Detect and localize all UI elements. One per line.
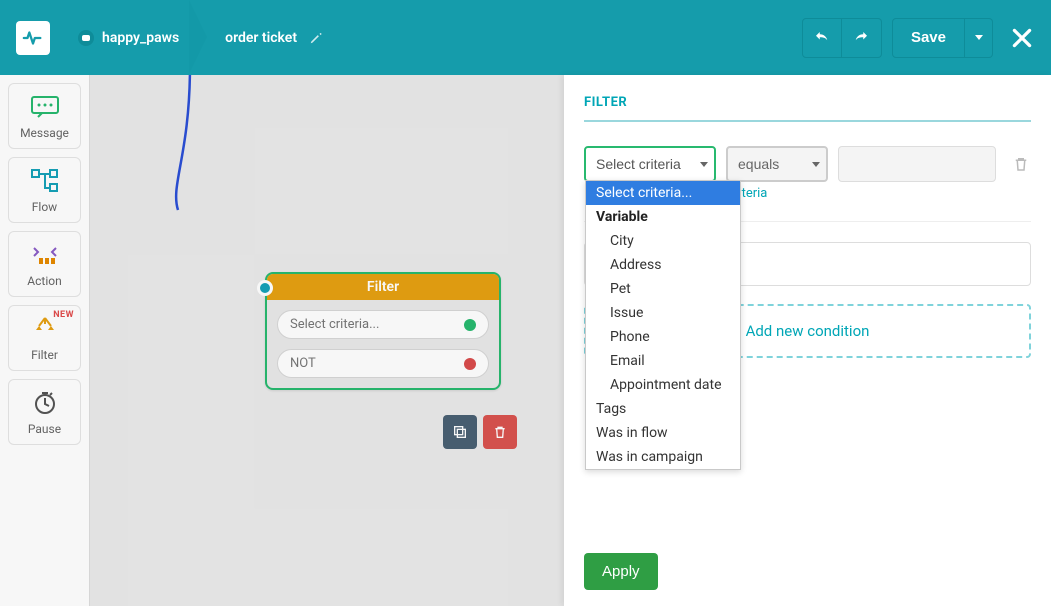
undo-redo-group — [802, 18, 882, 58]
project-name: happy_paws — [102, 30, 179, 46]
criteria-row: Select criteria equals — [584, 146, 1031, 182]
criteria-dropdown: Select criteria...VariableCityAddressPet… — [585, 180, 741, 470]
tool-label: Message — [20, 126, 69, 140]
tool-label: Action — [27, 274, 61, 288]
message-icon — [28, 94, 62, 120]
output-dot-true[interactable] — [464, 319, 476, 331]
breadcrumb-project[interactable]: happy_paws — [68, 24, 189, 52]
flow-title[interactable]: order ticket — [225, 30, 323, 46]
tool-label: Flow — [32, 200, 57, 214]
new-badge: NEW — [53, 310, 74, 320]
dropdown-option[interactable]: Select criteria... — [586, 181, 740, 205]
node-title: Filter — [267, 274, 499, 300]
delete-criteria-icon[interactable] — [1012, 155, 1030, 173]
dropdown-option[interactable]: Appointment date — [586, 373, 740, 397]
dropdown-option: Variable — [586, 205, 740, 229]
save-button[interactable]: Save — [892, 18, 965, 58]
redo-button[interactable] — [842, 18, 882, 58]
criteria-select[interactable]: Select criteria — [584, 146, 716, 182]
undo-button[interactable] — [802, 18, 842, 58]
save-dropdown[interactable] — [965, 18, 993, 58]
action-icon — [28, 242, 62, 268]
operator-select[interactable]: equals — [726, 146, 828, 182]
node-condition-row[interactable]: Select criteria... — [277, 310, 489, 339]
panel-title: FILTER — [584, 95, 1031, 122]
tool-action[interactable]: Action — [8, 231, 81, 297]
tool-message[interactable]: Message — [8, 83, 81, 149]
tool-flow[interactable]: Flow — [8, 157, 81, 223]
dropdown-option[interactable]: Was in flow — [586, 421, 740, 445]
apply-button[interactable]: Apply — [584, 553, 658, 590]
pulse-icon — [22, 27, 44, 49]
header-actions: Save — [802, 18, 1035, 58]
tool-label: Filter — [31, 348, 58, 362]
node-input-port[interactable] — [257, 280, 273, 296]
dropdown-option[interactable]: City — [586, 229, 740, 253]
undo-icon — [813, 29, 831, 47]
tool-sidebar: Message Flow Action NEW Filter Pause — [0, 75, 90, 606]
delete-node-button[interactable] — [483, 415, 517, 449]
pause-icon — [28, 390, 62, 416]
pencil-icon — [309, 31, 323, 45]
top-header: happy_paws order ticket Save — [0, 0, 1051, 75]
tool-label: Pause — [28, 422, 61, 436]
node-body: Select criteria... NOT — [267, 300, 499, 388]
add-criteria-link[interactable]: riteria — [734, 186, 1031, 201]
output-dot-false[interactable] — [464, 358, 476, 370]
copy-icon — [452, 424, 468, 440]
app-logo[interactable] — [16, 21, 50, 55]
tool-pause[interactable]: Pause — [8, 379, 81, 445]
dropdown-option[interactable]: Pet — [586, 277, 740, 301]
node-actions — [443, 415, 517, 449]
connection-wire — [90, 75, 290, 295]
filter-node[interactable]: Filter Select criteria... NOT — [265, 272, 501, 390]
dropdown-option[interactable]: Phone — [586, 325, 740, 349]
dropdown-option[interactable]: Tags — [586, 397, 740, 421]
trash-icon — [492, 424, 508, 440]
dropdown-option[interactable]: Was in campaign — [586, 445, 740, 469]
tool-filter[interactable]: NEW Filter — [8, 305, 81, 371]
breadcrumb-separator — [189, 0, 213, 75]
dropdown-option[interactable]: Email — [586, 349, 740, 373]
node-else-row[interactable]: NOT — [277, 349, 489, 378]
dropdown-option[interactable]: Issue — [586, 301, 740, 325]
redo-icon — [852, 29, 870, 47]
messenger-icon — [78, 30, 94, 46]
dropdown-option[interactable]: Address — [586, 253, 740, 277]
save-group: Save — [892, 18, 993, 58]
value-input[interactable] — [838, 146, 996, 182]
flow-icon — [28, 168, 62, 194]
duplicate-node-button[interactable] — [443, 415, 477, 449]
close-icon[interactable] — [1009, 25, 1035, 51]
